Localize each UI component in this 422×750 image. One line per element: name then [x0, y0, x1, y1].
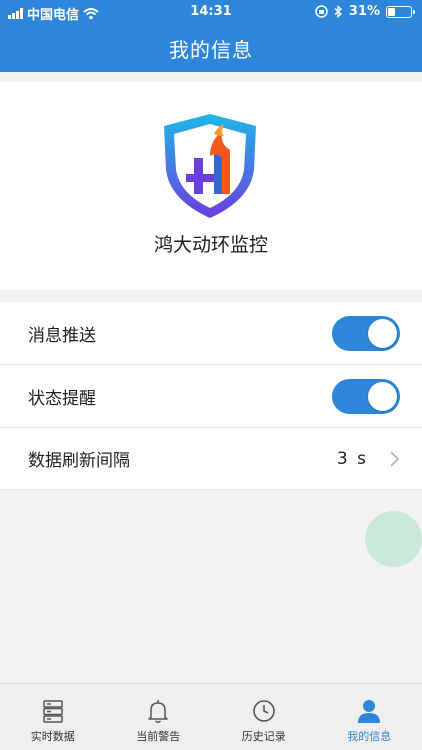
- orientation-lock-icon: [315, 5, 328, 18]
- tab-label: 历史记录: [241, 730, 286, 743]
- setting-label: 状态提醒: [28, 388, 96, 409]
- setting-label: 数据刷新间隔: [28, 451, 130, 471]
- chevron-right-icon: [390, 450, 400, 467]
- brand-card: 鸿大动环监控: [0, 82, 422, 290]
- tab-label: 实时数据: [30, 730, 75, 743]
- clock-icon: [252, 700, 275, 722]
- server-icon: [43, 700, 63, 723]
- tab-bar: 实时数据 当前警告 历史记录 我的信息: [0, 683, 422, 750]
- push-notifications-toggle[interactable]: [332, 315, 400, 351]
- settings-list: 消息推送 状态提醒 数据刷新间隔 3 s: [0, 302, 422, 490]
- setting-refresh-interval[interactable]: 数据刷新间隔 3 s: [0, 428, 422, 490]
- floating-assist-button[interactable]: [365, 511, 422, 567]
- refresh-interval-value: 3 s: [336, 448, 368, 469]
- bluetooth-icon: [334, 5, 342, 18]
- tab-label: 当前警告: [136, 730, 181, 743]
- setting-push-notifications: 消息推送: [0, 302, 422, 365]
- page-title: 我的信息: [169, 38, 253, 62]
- user-icon: [358, 700, 381, 723]
- tab-current-alerts[interactable]: 当前警告: [106, 684, 212, 750]
- top-bar: 中国电信 14:31 31% 我的信息: [0, 0, 422, 72]
- app-logo: [158, 112, 262, 222]
- tab-label: 我的信息: [347, 730, 392, 743]
- app-name: 鸿大动环监控: [153, 234, 268, 256]
- setting-status-reminder: 状态提醒: [0, 365, 422, 428]
- battery-icon: [386, 5, 415, 18]
- tab-my-info[interactable]: 我的信息: [317, 684, 422, 750]
- tab-realtime-data[interactable]: 实时数据: [0, 684, 106, 750]
- tab-history[interactable]: 历史记录: [211, 684, 317, 750]
- battery-percent: 31%: [348, 4, 380, 19]
- setting-label: 消息推送: [28, 325, 96, 346]
- status-reminder-toggle[interactable]: [332, 378, 400, 414]
- bell-icon: [148, 700, 168, 723]
- status-bar: 中国电信 14:31 31%: [0, 0, 422, 24]
